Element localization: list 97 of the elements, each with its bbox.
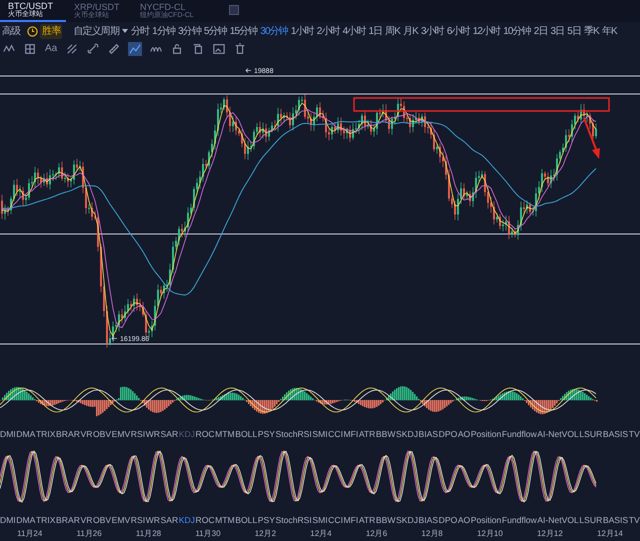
custom-period-dropdown[interactable]: 自定义周期	[73, 24, 128, 38]
indicator-tab[interactable]: LSUR	[579, 512, 602, 528]
text-tool-button[interactable]: Aa	[44, 42, 58, 56]
indicator-tab[interactable]: PSY	[258, 426, 275, 442]
indicator-tab[interactable]: BIAS	[418, 512, 438, 528]
timeframe-tab[interactable]: 15分钟	[230, 24, 258, 38]
indicator-tab[interactable]: TV	[628, 426, 640, 442]
indicator-tab[interactable]: ATR	[358, 512, 376, 528]
indicator-tab[interactable]: BBW	[376, 512, 396, 528]
date-axis-label: 12月6	[366, 528, 388, 540]
timeframe-tab[interactable]: 周K	[385, 24, 400, 38]
indicator-tab[interactable]: VR	[80, 512, 92, 528]
indicator-tab[interactable]: SMI	[312, 512, 328, 528]
indicator-tab[interactable]: DPO	[438, 512, 458, 528]
date-axis-label: 12月8	[421, 528, 443, 540]
indicator-tab[interactable]: Fundflow	[502, 512, 537, 528]
timeframe-tab[interactable]: 季K	[584, 24, 599, 38]
indicator-tab[interactable]: DPO	[438, 426, 458, 442]
date-axis-label: 11月28	[136, 528, 162, 540]
win-rate-badge[interactable]: 胜率	[40, 24, 62, 38]
timeframe-tab[interactable]: 12小时	[472, 24, 500, 38]
indicator-tab[interactable]: MFI	[344, 512, 358, 528]
indicator-tab[interactable]: BASIS	[602, 426, 628, 442]
timeframe-tab[interactable]: 1日	[368, 24, 382, 38]
indicator-tab[interactable]: ROC	[196, 426, 215, 442]
timeframe-tab[interactable]: 4小时	[342, 24, 366, 38]
indicator-tab[interactable]: Position	[470, 426, 502, 442]
date-axis-label: 11月30	[195, 528, 221, 540]
date-axis-label: 12月12	[536, 528, 563, 540]
timeframe-tab[interactable]: 分时	[130, 24, 150, 38]
indicator-tab[interactable]: AI-NetVOL	[537, 426, 579, 442]
date-axis-label: 12月2	[254, 528, 276, 540]
indicator-tab[interactable]: SAR	[160, 426, 178, 442]
indicator-tab[interactable]: PSY	[258, 512, 275, 528]
indicator-tab[interactable]: VR	[80, 426, 92, 442]
timeframe-tab[interactable]: 3日	[550, 24, 564, 38]
timeframe-tab[interactable]: 5日	[567, 24, 582, 38]
indicator-tab[interactable]: DMI	[0, 512, 16, 528]
indicator-tab[interactable]: OBV	[92, 512, 112, 528]
timeframe-tab[interactable]: 3分钟	[178, 24, 201, 38]
timeframe-tab[interactable]: 2日	[534, 24, 548, 38]
date-axis-label: 12月4	[310, 528, 332, 540]
indicator-tab[interactable]: CCI	[328, 512, 343, 528]
indicator-tab[interactable]: TRIX	[36, 426, 56, 442]
indicator-tab[interactable]: BBW	[376, 426, 396, 442]
indicator-tab[interactable]: SMI	[312, 426, 328, 442]
indicator-tab[interactable]: DMA	[16, 512, 36, 528]
indicator-tab[interactable]: SAR	[160, 512, 178, 528]
indicator-tab[interactable]: ATR	[358, 426, 376, 442]
indicator-tab[interactable]: MTM	[215, 426, 235, 442]
indicator-tab[interactable]: BIAS	[418, 426, 438, 442]
timeframe-tab[interactable]: 10分钟	[503, 24, 531, 38]
indicator-tab[interactable]: AO	[458, 512, 470, 528]
indicator-tab[interactable]: LSUR	[579, 426, 602, 442]
indicator-tab[interactable]: EMV	[112, 512, 130, 528]
indicator-tab[interactable]: BOLL	[235, 426, 258, 442]
date-axis-label: 12月10	[476, 528, 503, 540]
indicator-tab[interactable]: CCI	[328, 426, 343, 442]
indicator-tab[interactable]: StochRSI	[276, 426, 312, 442]
indicator-tab[interactable]: DMI	[0, 426, 16, 442]
date-axis-label: 12月14	[596, 528, 623, 540]
timeframe-tab[interactable]: 30分钟	[260, 24, 288, 38]
timeframe-tab[interactable]: 5分钟	[204, 24, 227, 38]
indicator-tab[interactable]: Fundflow	[502, 426, 537, 442]
indicator-tab[interactable]: BRAR	[56, 512, 80, 528]
timeframe-tab[interactable]: 月K	[403, 24, 418, 38]
indicator-tab[interactable]: KDJ	[178, 512, 195, 528]
date-axis-label: 11月26	[76, 528, 102, 540]
indicator-tab[interactable]: BOLL	[235, 512, 258, 528]
indicator-tab[interactable]: OBV	[92, 426, 112, 442]
timeframe-tab[interactable]: 2小时	[316, 24, 340, 38]
indicator-tab[interactable]: SKDJ	[396, 426, 418, 442]
indicator-tab[interactable]: DMA	[16, 426, 36, 442]
indicator-tab[interactable]: BRAR	[56, 426, 80, 442]
timeframe-tab[interactable]: 年K	[602, 24, 617, 38]
timeframe-tab[interactable]: 1分钟	[152, 24, 175, 38]
indicator-tab[interactable]: WR	[146, 512, 160, 528]
indicator-tab[interactable]: MTM	[215, 512, 235, 528]
indicator-tab[interactable]: BASIS	[602, 512, 628, 528]
indicator-tab[interactable]: AO	[458, 426, 470, 442]
advanced-label[interactable]: 高级	[2, 24, 20, 38]
indicator-tab[interactable]: EMV	[112, 426, 130, 442]
indicator-tab[interactable]: TV	[628, 512, 640, 528]
indicator-tab[interactable]: Position	[470, 512, 502, 528]
indicator-tab[interactable]: RSI	[130, 426, 146, 442]
timeframe-tab[interactable]: 1小时	[290, 24, 314, 38]
indicator-tab[interactable]: SKDJ	[396, 512, 418, 528]
indicator-tab[interactable]: StochRSI	[276, 512, 312, 528]
indicator-tab[interactable]: RSI	[130, 512, 146, 528]
indicator-tab[interactable]: WR	[146, 426, 160, 442]
timeframe-tab[interactable]: 3小时	[420, 24, 444, 38]
indicator-tab[interactable]: AI-NetVOL	[537, 512, 579, 528]
indicator-tab[interactable]: MFI	[344, 426, 358, 442]
date-axis-label: 11月24	[17, 528, 42, 540]
indicator-tab[interactable]: ROC	[196, 512, 215, 528]
indicator-tab[interactable]: TRIX	[36, 512, 56, 528]
timeframe-tab[interactable]: 6小时	[446, 24, 470, 38]
